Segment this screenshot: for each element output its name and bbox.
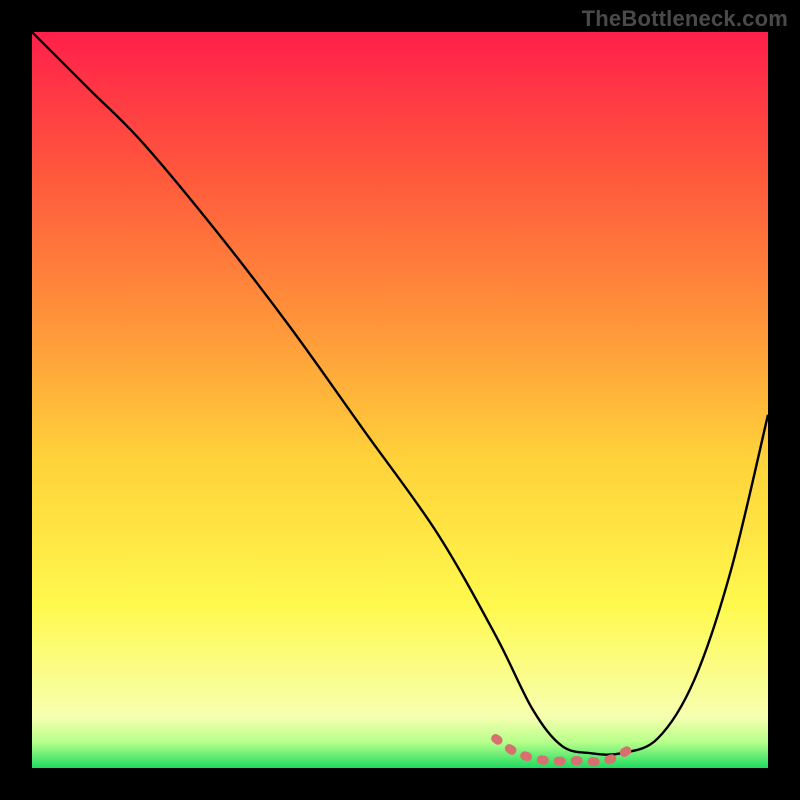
chart-container: TheBottleneck.com: [0, 0, 800, 800]
plot-area: [32, 32, 768, 768]
chart-svg: [32, 32, 768, 768]
watermark-label: TheBottleneck.com: [582, 6, 788, 32]
